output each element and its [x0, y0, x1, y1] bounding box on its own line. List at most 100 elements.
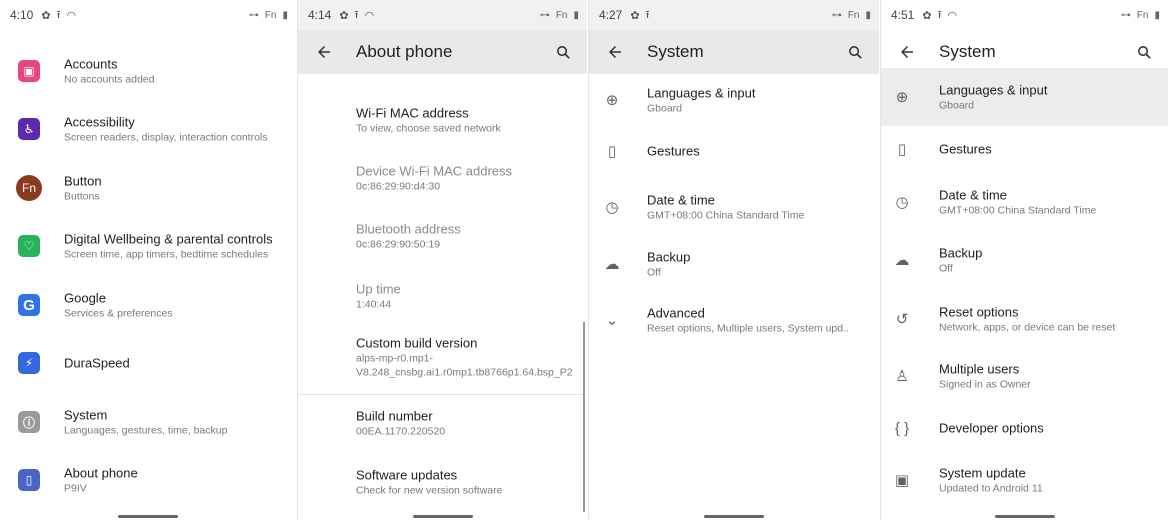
item-title: Gestures	[647, 143, 700, 159]
item-texts: Gestures	[647, 143, 871, 160]
scrollbar[interactable]	[583, 322, 585, 512]
gestures-icon: ▯	[607, 143, 617, 160]
item-title: Languages & input	[939, 82, 1048, 98]
item-texts: Button Buttons	[64, 173, 288, 204]
clock-icon: ◷	[605, 199, 619, 216]
gesture-nav-bar[interactable]	[412, 515, 473, 518]
item-title: Device Wi-Fi MAC address	[356, 163, 513, 179]
item-title: Build number	[356, 408, 433, 424]
item-title: System update	[939, 465, 1026, 481]
item-texts: DuraSpeed	[64, 355, 288, 372]
item-title: Date & time	[647, 192, 715, 208]
item-texts: Languages & input Gboard	[647, 85, 871, 116]
system-item-gestures[interactable]: ▯ Gestures	[589, 126, 879, 176]
system-panel: 4:27 ✿ ⭱ ⊶ Fn ▮ System ⊕ Languages & inpu…	[588, 0, 879, 520]
item-subtitle: Gboard	[647, 102, 683, 115]
item-subtitle: P9IV	[64, 482, 87, 495]
reset-icon: ↺	[895, 311, 909, 328]
item-subtitle: 0c:86:29:90:50:19	[356, 238, 441, 251]
about-item-custom-build-version[interactable]: Custom build version alps-mp-r0.mp1-V8.24…	[298, 324, 587, 390]
system-item-gestures[interactable]: ▯ Gestures	[881, 124, 1168, 174]
gestures-icon: ▯	[897, 141, 907, 158]
item-texts: System update Updated to Android 11	[939, 465, 1160, 496]
item-texts: Backup Off	[939, 245, 1160, 276]
about-item-build-number[interactable]: Build number 00EA.1170.220520	[298, 396, 587, 450]
item-texts: Date & time GMT+08:00 China Standard Time	[647, 192, 871, 223]
item-subtitle: No accounts added	[64, 73, 155, 86]
item-texts: System Languages, gestures, time, backup	[64, 407, 288, 438]
item-subtitle: Off	[939, 262, 953, 275]
item-subtitle: Signed in as Owner	[939, 378, 1031, 391]
globe-icon: ⊕	[605, 92, 619, 109]
settings-item-button[interactable]: Fn Button Buttons	[0, 160, 296, 216]
settings-item-google[interactable]: G Google Services & preferences	[0, 277, 296, 333]
settings-item-accounts[interactable]: ▣ Accounts No accounts added	[0, 43, 296, 99]
globe-icon: ⊕	[895, 89, 909, 106]
item-title: Gestures	[939, 141, 992, 157]
item-texts: Developer options	[939, 420, 1160, 437]
gesture-nav-bar[interactable]	[994, 515, 1055, 518]
cloud-backup-icon: ☁	[894, 252, 910, 269]
system-item-backup[interactable]: ☁ Backup Off	[589, 236, 879, 292]
item-subtitle: Gboard	[939, 99, 975, 112]
item-subtitle: Check for new version software	[356, 484, 503, 497]
about-item-device-wi-fi-mac-address[interactable]: Device Wi-Fi MAC address 0c:86:29:90:d4:3…	[298, 150, 587, 206]
system-item-reset-options[interactable]: ↺ Reset options Network, apps, or device c…	[881, 290, 1168, 348]
settings-item-accessibility[interactable]: ♿ Accessibility Screen readers, display, i…	[0, 101, 296, 157]
system-item-date-time[interactable]: ◷ Date & time GMT+08:00 China Standard Tim…	[589, 180, 879, 234]
system-item-multiple-users[interactable]: ♙ Multiple users Signed in as Owner	[881, 348, 1168, 404]
wellbeing-icon: ♡	[14, 231, 44, 261]
item-title: Backup	[647, 249, 691, 265]
account-icon: ▣	[14, 56, 44, 86]
settings-item-system[interactable]: ⓘ System Languages, gestures, time, backup	[0, 394, 296, 450]
phone-icon: ▯	[14, 465, 44, 495]
icon-tile: ▣	[18, 60, 40, 82]
system-item-system-update[interactable]: ▣ System update Updated to Android 11	[881, 452, 1168, 508]
item-texts: Software updates Check for new version so…	[356, 467, 579, 498]
item-title: Bluetooth address	[356, 221, 461, 237]
item-title: Software updates	[356, 467, 458, 483]
item-texts: Date & time GMT+08:00 China Standard Time	[939, 187, 1160, 218]
settings-item-digital-wellbeing-parental-controls[interactable]: ♡ Digital Wellbeing & parental controls Sc…	[0, 218, 296, 274]
item-title: Google	[64, 290, 106, 306]
item-subtitle: GMT+08:00 China Standard Time	[939, 204, 1097, 217]
item-texts: Digital Wellbeing & parental controls Scr…	[64, 231, 288, 262]
item-texts: Up time 1:40:44	[356, 281, 579, 312]
item-subtitle: alps-mp-r0.mp1-V8.248_cnsbg.ai1.r0mp1.tb…	[356, 352, 573, 379]
item-subtitle: Reset options, Multiple users, System up…	[647, 322, 849, 335]
item-title: Multiple users	[939, 361, 1020, 377]
item-subtitle: 00EA.1170.220520	[356, 425, 446, 438]
settings-item-duraspeed[interactable]: ⚡ DuraSpeed	[0, 335, 296, 391]
google-glyph: G	[18, 294, 40, 316]
gesture-nav-bar[interactable]	[704, 515, 764, 518]
about-item-up-time[interactable]: Up time 1:40:44	[298, 268, 587, 324]
about-phone-panel: 4:14 ✿ ⭱ ◠ ⊶ Fn ▮ About phone Wi-Fi MAC …	[297, 0, 587, 520]
item-texts: Reset options Network, apps, or device ca…	[939, 304, 1160, 335]
about-item-wi-fi-mac-address[interactable]: Wi-Fi MAC address To view, choose saved n…	[298, 92, 587, 148]
item-title: Advanced	[647, 305, 705, 321]
system-item-languages-input[interactable]: ⊕ Languages & input Gboard	[589, 74, 879, 126]
cloud-backup-icon: ☁	[604, 256, 620, 273]
item-texts: Gestures	[939, 141, 1160, 158]
item-subtitle: Services & preferences	[64, 307, 173, 320]
system-item-developer-options[interactable]: { } Developer options	[881, 404, 1168, 452]
item-title: About phone	[64, 465, 138, 481]
item-subtitle: Screen time, app timers, bedtime schedul…	[64, 248, 269, 261]
item-texts: Languages & input Gboard	[939, 82, 1160, 113]
item-title: Date & time	[939, 187, 1007, 203]
item-texts: Accessibility Screen readers, display, in…	[64, 114, 288, 145]
system-item-advanced[interactable]: ⌄ Advanced Reset options, Multiple users, …	[589, 292, 879, 348]
gesture-nav-bar[interactable]	[118, 515, 178, 518]
settings-item-about-phone[interactable]: ▯ About phone P9IV	[0, 452, 296, 508]
item-texts: Google Services & preferences	[64, 290, 288, 321]
system-item-date-time[interactable]: ◷ Date & time GMT+08:00 China Standard Tim…	[881, 176, 1168, 228]
system-item-languages-input[interactable]: ⊕ Languages & input Gboard	[881, 68, 1168, 126]
system-item-backup[interactable]: ☁ Backup Off	[881, 232, 1168, 288]
item-texts: Backup Off	[647, 249, 871, 280]
chevron-down-icon: ⌄	[605, 312, 619, 329]
item-title: Languages & input	[647, 85, 756, 101]
icon-tile: ⓘ	[18, 411, 40, 433]
about-item-software-updates[interactable]: Software updates Check for new version so…	[298, 455, 587, 509]
about-item-bluetooth-address[interactable]: Bluetooth address 0c:86:29:90:50:19	[298, 208, 587, 264]
fn-glyph: Fn	[16, 175, 42, 201]
